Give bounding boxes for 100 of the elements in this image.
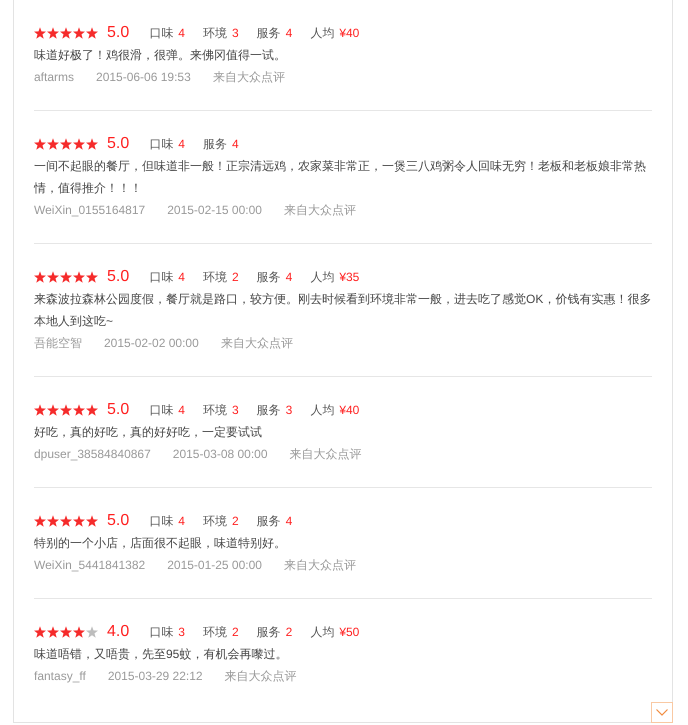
star-icon [34,626,46,638]
score-value: 5.0 [107,400,130,420]
rating-value: 4 [286,513,292,530]
star-icon [73,27,85,39]
star-icon [60,515,72,527]
score-value: 5.0 [107,267,130,287]
source-label: 来自大众点评 [284,557,356,574]
star-icon [73,515,85,527]
rating-value: 4 [232,136,239,153]
rating-value: ¥40 [339,402,360,419]
review-date: 2015-03-29 22:12 [108,668,203,685]
rating-label: 服务 [202,136,227,153]
rating-value: ¥35 [339,269,360,286]
rating-label: 口味 [149,624,174,641]
review-text: 味道好极了！鸡很滑，很弹。来佛冈值得一试。 [34,47,287,64]
star-icon [86,138,98,150]
rating-value: 4 [178,136,185,153]
rating-value: 4 [178,25,185,42]
username: WeiXin_0155164817 [34,202,146,219]
rating-label: 口味 [149,402,174,419]
rating-value: 2 [232,513,239,530]
rating-value: 4 [178,269,185,286]
star-icon [60,626,72,638]
review-date: 2015-02-02 00:00 [104,335,199,352]
score-value: 4.0 [107,622,130,642]
rating-value: ¥50 [339,624,360,641]
star-icon [34,404,46,416]
star-icon [86,404,98,416]
rating-label: 服务 [256,402,281,419]
star-icon [34,27,46,39]
source-label: 来自大众点评 [284,202,356,219]
review-text: 味道唔错，又唔贵，先至95蚊，有机会再嚟过。 [34,646,288,663]
rating-value: 3 [232,402,239,419]
username: fantasy_ff [34,668,86,685]
username: dpuser_38584840867 [34,446,151,463]
star-icon [47,626,59,638]
rating-label: 环境 [202,25,227,42]
rating-value: 4 [286,25,292,42]
rating-value: 3 [232,25,239,42]
source-label: 来自大众点评 [224,668,297,685]
rating-label: 口味 [149,25,174,42]
star-icon [86,515,98,527]
rating-label: 环境 [202,513,227,530]
review-date: 2015-06-06 19:53 [96,69,191,86]
score-value: 5.0 [107,134,130,154]
star-icon [60,138,72,150]
star-icon [73,404,85,416]
star-icon [47,404,59,416]
star-icon [60,271,72,283]
rating-label: 服务 [256,624,281,641]
star-icon [34,515,46,527]
username: aftarms [34,69,74,86]
rating-label: 环境 [202,402,227,419]
star-icon [86,271,98,283]
rating-value: 2 [232,624,239,641]
rating-label: 口味 [149,136,174,153]
star-icon [47,138,59,150]
review-text: 来森波拉森林公园度假，餐厅就是路口，较方便。刚去时候看到环境非常一般，进去吃了感觉OK，价钱有实惠！很多本地人到这吃~ [34,291,652,330]
scroll-down-button[interactable] [651,702,673,723]
rating-label: 环境 [202,269,227,286]
rating-value: 3 [178,624,185,641]
rating-value: 2 [232,269,239,286]
rating-label: 服务 [256,25,281,42]
rating-label: 服务 [256,269,281,286]
rating-label: 口味 [149,513,174,530]
star-icon [34,271,46,283]
star-icon [60,404,72,416]
rating-label: 环境 [202,624,227,641]
score-value: 5.0 [107,511,130,531]
rating-value: 4 [178,513,185,530]
rating-label: 人均 [310,402,334,419]
source-label: 来自大众点评 [220,335,293,352]
review-text: 一间不起眼的餐厅，但味道非一般！正宗清远鸡，农家菜非常正，一煲三八鸡粥令人回味无穷！老板和老板娘非常热情，值得推介！！！ [34,158,647,197]
star-icon [47,27,59,39]
source-label: 来自大众点评 [290,446,362,463]
chevron-down-icon [656,709,668,716]
star-icon [86,27,98,39]
rating-value: ¥40 [339,25,360,42]
star-icon [73,626,85,638]
rating-label: 口味 [149,269,174,286]
review-text: 特别的一个小店，店面很不起眼，味道特别好。 [34,535,287,552]
score-value: 5.0 [107,23,130,43]
rating-label: 人均 [310,25,334,42]
rating-label: 服务 [256,513,281,530]
source-label: 来自大众点评 [212,69,285,86]
rating-value: 4 [286,269,292,286]
star-icon [73,271,85,283]
star-icon [47,515,59,527]
username: WeiXin_5441841382 [34,557,146,574]
star-icon [34,138,46,150]
rating-label: 人均 [310,624,334,641]
star-icon [47,271,59,283]
rating-value: 3 [286,402,292,419]
username: 吾能空智 [34,335,82,352]
rating-value: 2 [286,624,292,641]
star-icon [73,138,85,150]
star-icon [86,626,98,638]
rating-value: 4 [178,402,185,419]
review-text: 好吃，真的好吃，真的好好吃，一定要试试 [34,424,263,441]
review-date: 2015-01-25 00:00 [167,557,262,574]
